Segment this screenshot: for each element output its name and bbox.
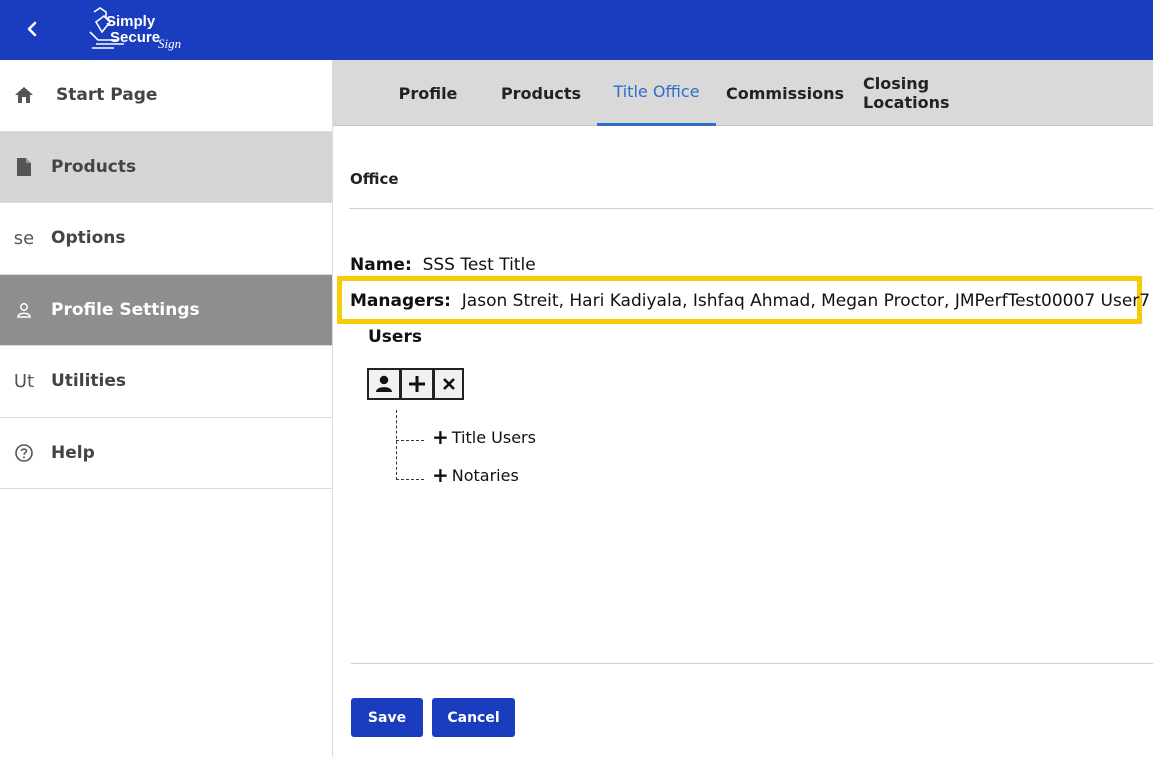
cancel-button[interactable]: Cancel bbox=[432, 698, 515, 737]
remove-node-button[interactable] bbox=[433, 368, 464, 400]
help-circle-icon bbox=[12, 441, 36, 465]
sidebar-item-products[interactable]: Products bbox=[0, 131, 332, 203]
sidebar-item-label: Utilities bbox=[51, 371, 127, 392]
tree-line bbox=[396, 410, 397, 480]
utilities-icon: Ut bbox=[13, 370, 35, 392]
chevron-left-icon bbox=[27, 21, 37, 37]
sidebar-item-label: Help bbox=[51, 442, 95, 463]
top-bar: Simply Secure Sign bbox=[0, 0, 1153, 60]
home-icon bbox=[12, 83, 36, 107]
tree-branch bbox=[396, 479, 424, 480]
tree-branch bbox=[396, 440, 424, 441]
tab-closing-locations[interactable]: Closing Locations bbox=[863, 60, 1013, 126]
back-button[interactable] bbox=[18, 14, 48, 44]
users-toolbar bbox=[367, 368, 464, 400]
sidebar-item-label: Profile Settings bbox=[51, 299, 200, 320]
svg-text:Secure: Secure bbox=[110, 29, 160, 46]
sidebar-item-profile-settings[interactable]: Profile Settings bbox=[0, 274, 332, 346]
tree-node-label: Notaries bbox=[451, 465, 519, 485]
sidebar-item-label: Options bbox=[51, 228, 126, 249]
save-button[interactable]: Save bbox=[351, 698, 423, 737]
managers-value: Jason Streit, Hari Kadiyala, Ishfaq Ahma… bbox=[461, 291, 1151, 311]
expand-icon: + bbox=[432, 463, 449, 487]
divider bbox=[349, 208, 1153, 209]
options-icon: se bbox=[13, 227, 35, 249]
tree-node-notaries[interactable]: + Notaries bbox=[432, 465, 519, 485]
sidebar-item-options[interactable]: se Options bbox=[0, 203, 332, 275]
name-value: SSS Test Title bbox=[422, 255, 536, 275]
person-icon bbox=[12, 298, 36, 322]
close-icon bbox=[442, 378, 455, 390]
tab-title-office[interactable]: Title Office bbox=[597, 60, 716, 126]
add-node-button[interactable] bbox=[400, 368, 434, 400]
name-label: Name: bbox=[350, 255, 412, 275]
tab-products[interactable]: Products bbox=[491, 60, 591, 126]
add-user-button[interactable] bbox=[367, 368, 401, 400]
tab-bar: Profile Products Title Office Commission… bbox=[333, 60, 1153, 126]
tab-profile[interactable]: Profile bbox=[383, 60, 473, 126]
users-title: Users bbox=[368, 327, 422, 347]
tab-commissions[interactable]: Commissions bbox=[725, 60, 845, 126]
sidebar: Start Page Products se Options Profile S… bbox=[0, 60, 333, 757]
sidebar-item-utilities[interactable]: Ut Utilities bbox=[0, 346, 332, 418]
person-icon bbox=[376, 375, 392, 392]
sidebar-item-label: Products bbox=[51, 156, 137, 177]
divider bbox=[351, 663, 1153, 664]
office-managers-row: Managers: Jason Streit, Hari Kadiyala, I… bbox=[350, 291, 1150, 311]
svg-text:Simply: Simply bbox=[106, 13, 156, 30]
managers-label: Managers: bbox=[350, 291, 451, 311]
expand-icon: + bbox=[432, 425, 449, 449]
plus-icon bbox=[409, 376, 425, 392]
sidebar-item-help[interactable]: Help bbox=[0, 418, 332, 489]
section-title: Office bbox=[350, 170, 399, 188]
sidebar-item-label: Start Page bbox=[56, 85, 158, 106]
tree-node-label: Title Users bbox=[451, 427, 536, 447]
document-icon bbox=[12, 155, 36, 179]
svg-text:Sign: Sign bbox=[158, 36, 181, 51]
office-name-row: Name: SSS Test Title bbox=[350, 255, 536, 275]
tree-node-title-users[interactable]: + Title Users bbox=[432, 427, 536, 447]
sidebar-item-start-page[interactable]: Start Page bbox=[0, 60, 332, 132]
logo: Simply Secure Sign bbox=[84, 4, 194, 56]
